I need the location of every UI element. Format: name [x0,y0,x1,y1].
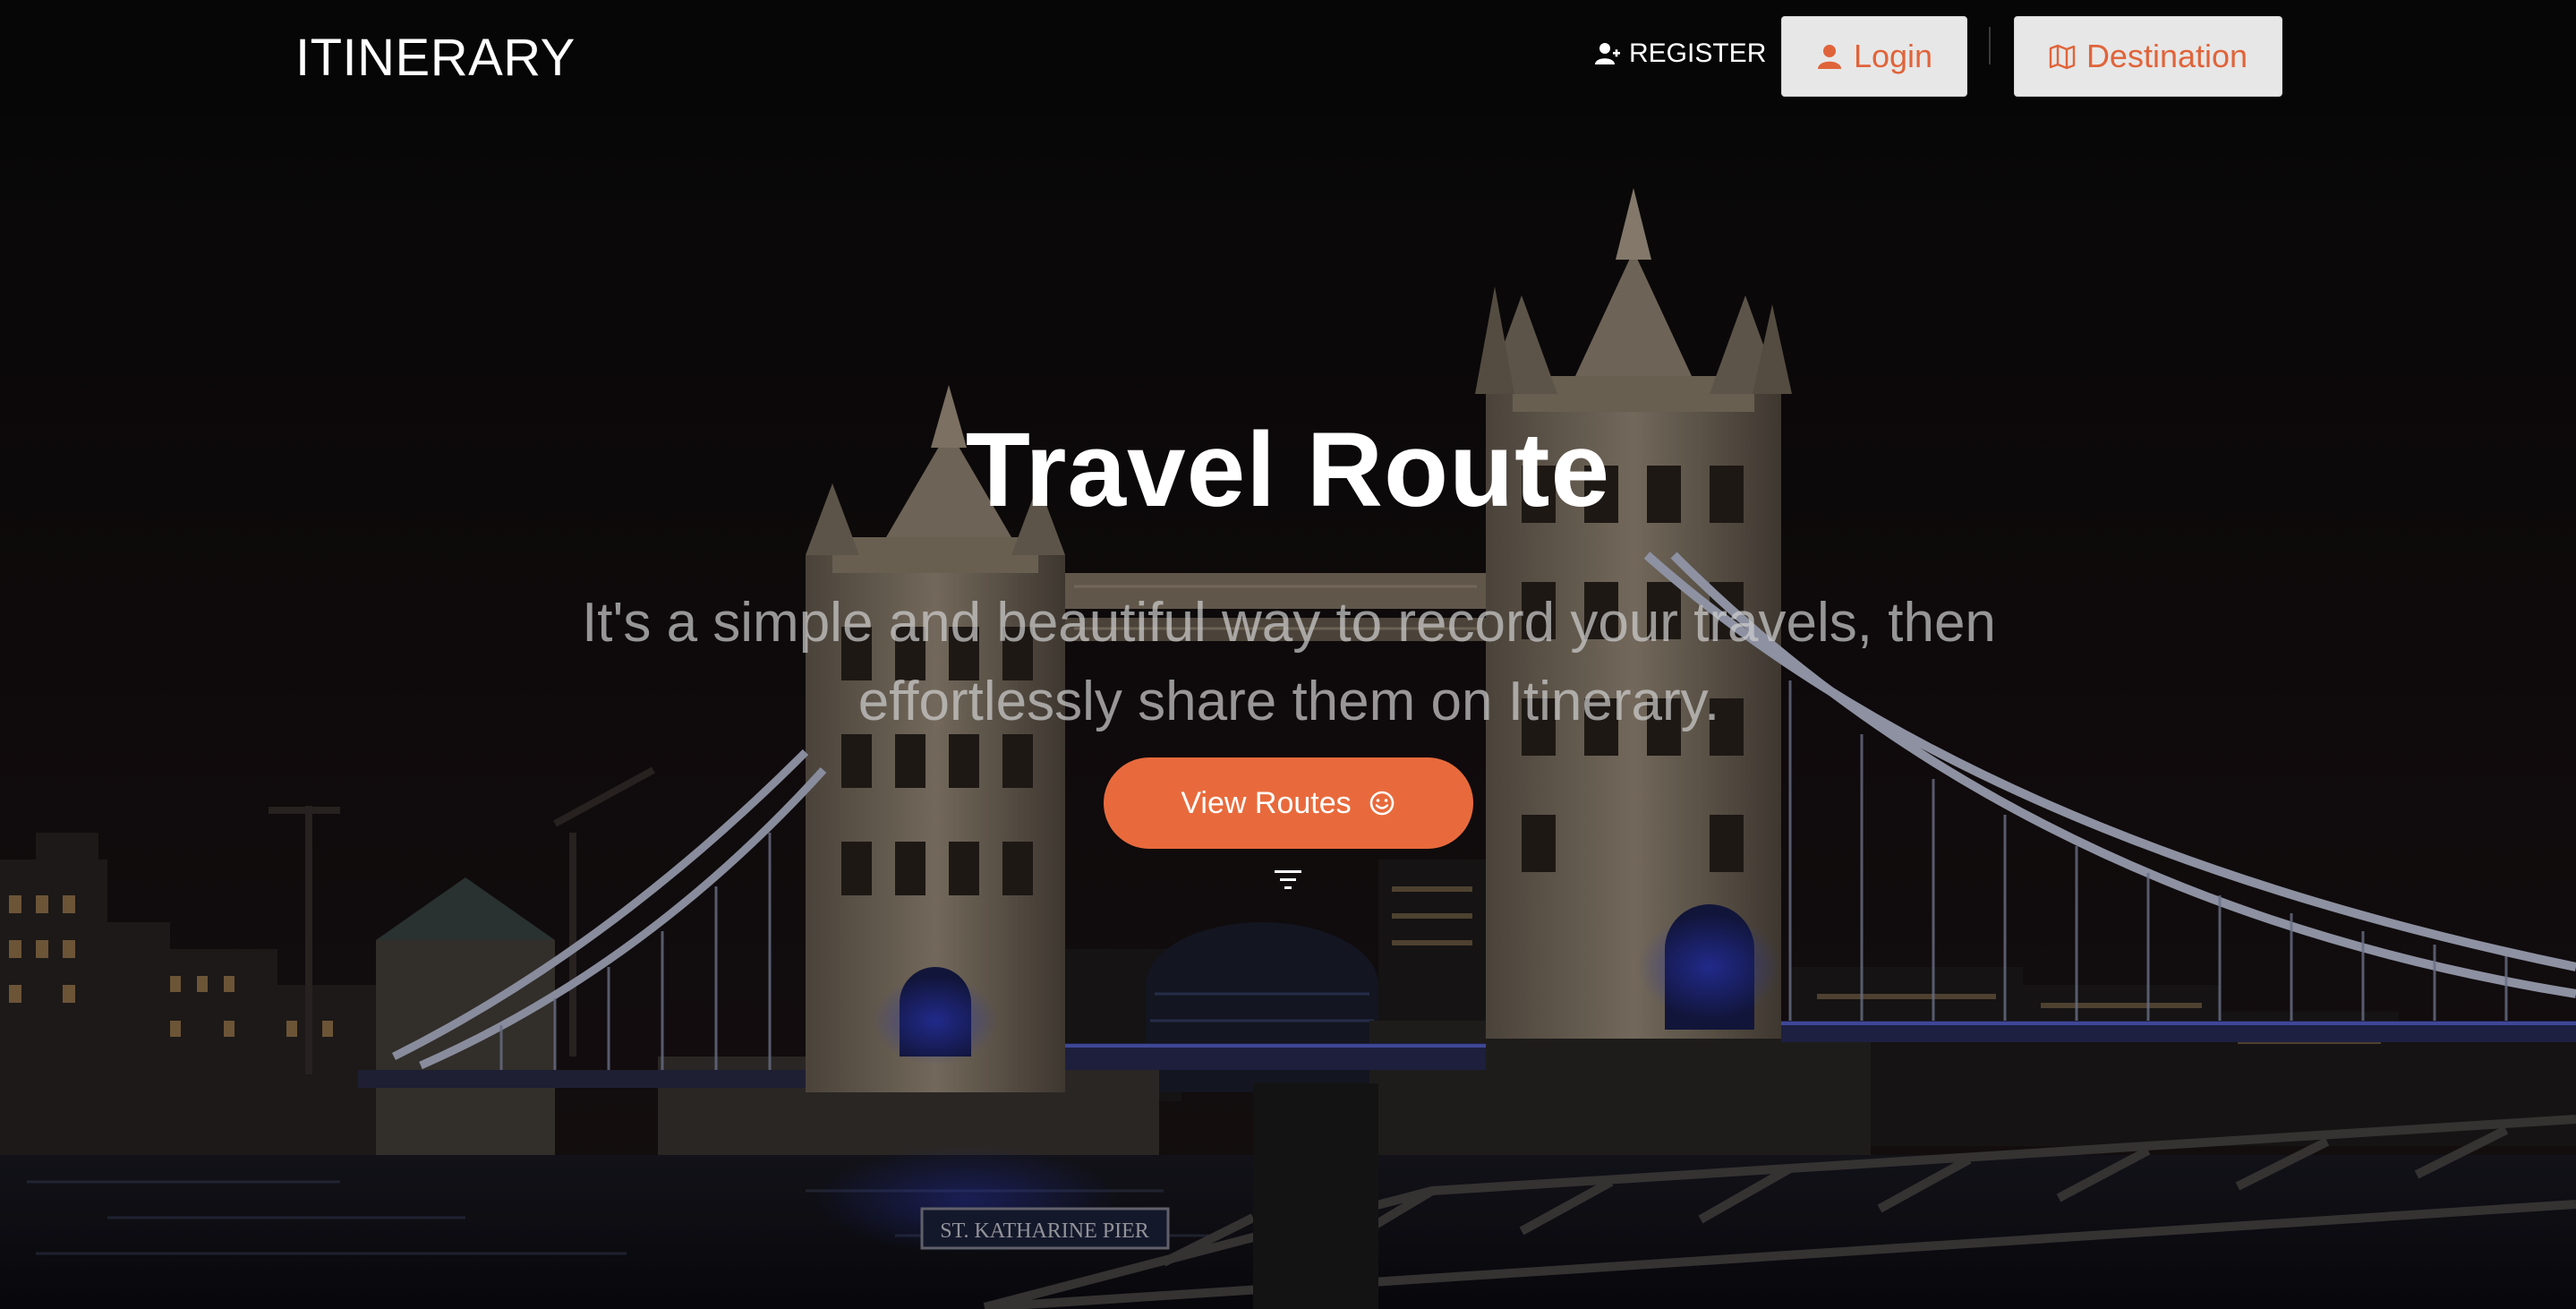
map-icon [2049,44,2076,70]
destination-button[interactable]: Destination [2014,16,2282,97]
hero-subtitle: It's a simple and beautiful way to recor… [582,592,1996,732]
register-link[interactable]: REGISTER [1595,34,1766,73]
brand-logo[interactable]: ITINERARY [295,27,576,90]
smile-icon [1369,791,1394,816]
hero-section: ST. KATHARINE PIER ITINERARY REGISTER Lo… [0,0,2576,1309]
hero-title: Travel Route [965,411,1611,529]
destination-label: Destination [2086,38,2248,74]
user-plus-icon [1595,43,1620,64]
login-button[interactable]: Login [1781,16,1967,97]
login-label: Login [1853,38,1933,74]
view-routes-button[interactable]: View Routes [1104,757,1473,849]
nav-divider [1989,27,1991,64]
top-navbar: ITINERARY REGISTER Login Destination [0,0,2576,115]
register-label: REGISTER [1629,38,1767,68]
filter-icon[interactable] [1275,868,1301,892]
view-routes-label: View Routes [1181,785,1352,820]
user-icon [1817,45,1841,69]
